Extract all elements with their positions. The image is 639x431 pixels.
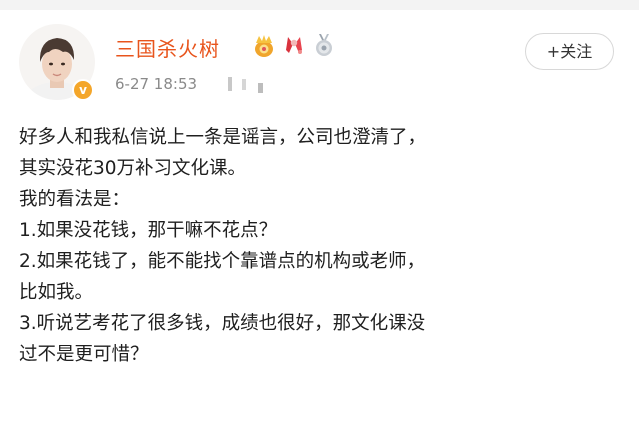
weibo-post: v 三国杀火树 6-27 18:53 +关注 好多人和我私信说上一条是谣言，公司… <box>0 0 639 431</box>
follow-button[interactable]: +关注 <box>525 33 614 70</box>
red-ribbon-badge-icon[interactable] <box>282 32 306 58</box>
post-content-line: 好多人和我私信说上一条是谣言，公司也澄清了， <box>19 127 427 148</box>
post-content-line: 3.听说艺考花了很多钱，成绩也很好，那文化课没 <box>19 313 426 334</box>
post-content: 好多人和我私信说上一条是谣言，公司也澄清了， 其实没花30万补习文化课。 我的看… <box>19 122 629 370</box>
username[interactable]: 三国杀火树 <box>115 33 220 62</box>
crown-badge-icon[interactable] <box>252 32 276 58</box>
post-content-line: 1.如果没花钱，那干嘛不花点？ <box>19 220 278 241</box>
post-content-line: 我的看法是： <box>19 189 131 210</box>
post-timestamp: 6-27 18:53 <box>115 75 198 93</box>
silver-medal-badge-icon[interactable] <box>312 32 336 58</box>
post-content-line: 过不是更可惜？ <box>19 344 149 365</box>
pixelated-source-redaction <box>228 77 263 93</box>
post-content-line: 比如我。 <box>19 282 94 303</box>
top-divider <box>0 0 639 10</box>
post-content-line: 2.如果花钱了，能不能找个靠谱点的机构或老师， <box>19 251 426 272</box>
verified-badge-icon: v <box>72 79 94 101</box>
post-content-line: 其实没花30万补习文化课。 <box>19 158 247 179</box>
badge-row <box>252 30 336 60</box>
